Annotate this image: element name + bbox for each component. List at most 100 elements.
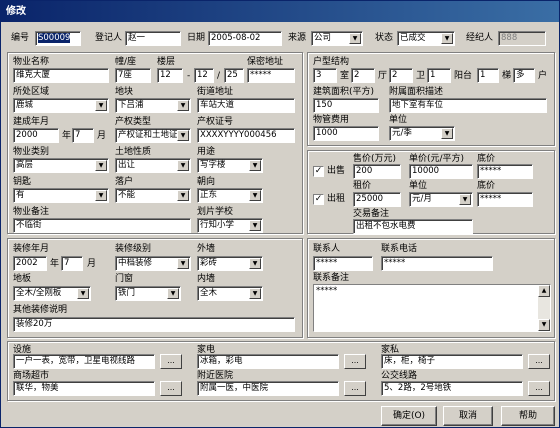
- stairs-field[interactable]: 1: [477, 68, 499, 83]
- other-decor-field[interactable]: 装修20万: [13, 317, 295, 332]
- status-select[interactable]: 已成交 ▼: [397, 31, 455, 46]
- key-select[interactable]: 有 ▼: [13, 188, 109, 203]
- fee-unit-select[interactable]: 元/季 ▼: [389, 126, 455, 141]
- date-field[interactable]: 2005-08-02: [208, 31, 282, 46]
- facilities-browse-button[interactable]: ...: [160, 354, 182, 369]
- building-field[interactable]: 7座: [115, 68, 151, 83]
- hukou-select[interactable]: 不能 ▼: [115, 188, 191, 203]
- chevron-down-icon[interactable]: ▼: [95, 100, 107, 111]
- chevron-down-icon[interactable]: ▼: [249, 190, 261, 201]
- decor-year-field[interactable]: 2002: [13, 256, 47, 271]
- scroll-up-icon[interactable]: ▲: [538, 285, 550, 297]
- contact-phone-field[interactable]: *****: [381, 256, 493, 271]
- district-select[interactable]: 鹿城 ▼: [13, 98, 109, 113]
- rooms-field[interactable]: 3: [313, 68, 337, 83]
- chevron-down-icon[interactable]: ▼: [177, 258, 189, 269]
- rent-price-field[interactable]: 25000: [353, 192, 401, 207]
- chevron-down-icon[interactable]: ▼: [95, 190, 107, 201]
- help-button[interactable]: 帮助: [501, 406, 555, 426]
- appliance-field[interactable]: 冰箱，彩电: [197, 354, 339, 369]
- chevron-down-icon[interactable]: ▼: [441, 33, 453, 44]
- chevron-down-icon[interactable]: ▼: [249, 220, 261, 231]
- decor-year-unit: 年: [50, 259, 60, 269]
- furniture-field[interactable]: 床，柜，椅子: [381, 354, 523, 369]
- section-select[interactable]: 下吕浦 ▼: [115, 98, 191, 113]
- facilities-field[interactable]: 一户一表，宽带，卫星电视线路: [13, 354, 155, 369]
- floor-total-field[interactable]: 25: [224, 68, 244, 83]
- floor-type-select[interactable]: 全木/全刚板 ▼: [13, 286, 91, 301]
- sell-floor-field[interactable]: *****: [477, 164, 533, 179]
- chevron-down-icon[interactable]: ▼: [459, 194, 471, 205]
- inner-wall-select[interactable]: 全木 ▼: [197, 286, 263, 301]
- outer-wall-select[interactable]: 彩砖 ▼: [197, 256, 263, 271]
- chevron-down-icon[interactable]: ▼: [249, 258, 261, 269]
- bus-field[interactable]: 5、2路，2号地铁: [381, 381, 523, 396]
- contact-note-textarea[interactable]: ***** ▲ ▼: [313, 284, 551, 332]
- rent-checkbox[interactable]: ✓: [313, 194, 324, 205]
- ptype-select[interactable]: 高层 ▼: [13, 158, 109, 173]
- rent-unit-select[interactable]: 元/月 ▼: [409, 192, 473, 207]
- chevron-down-icon[interactable]: ▼: [177, 190, 189, 201]
- halls-field[interactable]: 2: [351, 68, 375, 83]
- fee-unit-value: 元/季: [392, 128, 412, 138]
- school-select[interactable]: 行知小学 ▼: [197, 218, 263, 233]
- floor-from-field[interactable]: 12: [157, 68, 183, 83]
- land-select[interactable]: 出让 ▼: [115, 158, 191, 173]
- deal-note-field[interactable]: 出租不包水电费: [353, 219, 473, 234]
- source-select[interactable]: 公司 ▼: [311, 31, 363, 46]
- month-built-field[interactable]: 7: [72, 128, 94, 143]
- area-field[interactable]: 150: [313, 98, 379, 113]
- chevron-down-icon[interactable]: ▼: [177, 160, 189, 171]
- building-label: 幢/座: [115, 57, 137, 67]
- chevron-down-icon[interactable]: ▼: [249, 160, 261, 171]
- sell-checkbox[interactable]: ✓: [313, 166, 324, 177]
- mall-field[interactable]: 联华，物美: [13, 381, 155, 396]
- chevron-down-icon[interactable]: ▼: [167, 288, 179, 299]
- code-label: 编号: [11, 33, 30, 43]
- fee-field[interactable]: 1000: [313, 126, 379, 141]
- attach-field[interactable]: 地下室有车位: [389, 98, 547, 113]
- orient-select[interactable]: 正东 ▼: [197, 188, 263, 203]
- property-name-field[interactable]: 维克大厦: [13, 68, 109, 83]
- rent-floor-field[interactable]: *****: [477, 192, 533, 207]
- baths-field[interactable]: 2: [389, 68, 413, 83]
- door-select[interactable]: 铁门 ▼: [115, 286, 181, 301]
- rights-no-field[interactable]: XXXXYYYY000456: [197, 128, 295, 143]
- code-field[interactable]: S00009: [38, 33, 71, 43]
- chevron-down-icon[interactable]: ▼: [177, 130, 189, 141]
- grade-select[interactable]: 中档装修 ▼: [115, 256, 191, 271]
- ok-button[interactable]: 确定(O): [381, 406, 437, 426]
- street-field[interactable]: 车站大道: [197, 98, 295, 113]
- usage-select[interactable]: 写字楼 ▼: [197, 158, 263, 173]
- registrar-field[interactable]: 赵一: [125, 31, 181, 46]
- chevron-down-icon[interactable]: ▼: [349, 33, 361, 44]
- cancel-button[interactable]: 取消: [443, 406, 493, 426]
- chevron-down-icon[interactable]: ▼: [177, 100, 189, 111]
- chevron-down-icon[interactable]: ▼: [249, 288, 261, 299]
- bus-browse-button[interactable]: ...: [528, 381, 550, 396]
- chevron-down-icon[interactable]: ▼: [77, 288, 89, 299]
- chevron-down-icon[interactable]: ▼: [95, 160, 107, 171]
- decor-month-field[interactable]: 7: [61, 256, 83, 271]
- contact-person-field[interactable]: *****: [313, 256, 373, 271]
- unit-price-field[interactable]: 10000: [409, 164, 473, 179]
- floor-to-field[interactable]: 12: [194, 68, 214, 83]
- chevron-down-icon[interactable]: ▼: [441, 128, 453, 139]
- sell-price-field[interactable]: 200: [353, 164, 401, 179]
- mall-browse-button[interactable]: ...: [160, 381, 182, 396]
- furniture-browse-button[interactable]: ...: [528, 354, 550, 369]
- appliance-browse-button[interactable]: ...: [344, 354, 366, 369]
- floor-dash: -: [187, 71, 191, 81]
- rent-price-label: 租价: [353, 181, 372, 191]
- status-value: 已成交: [400, 33, 426, 43]
- rights-type-select[interactable]: 产权证和土地证 ▼: [115, 128, 191, 143]
- year-built-field[interactable]: 2000: [13, 128, 59, 143]
- units-field[interactable]: 多: [513, 68, 535, 83]
- hospital-browse-button[interactable]: ...: [344, 381, 366, 396]
- property-note-field[interactable]: 不临街: [13, 218, 191, 233]
- hospital-field[interactable]: 附属一医，中医院: [197, 381, 339, 396]
- secret-address-field[interactable]: *****: [247, 68, 295, 83]
- contact-note-scrollbar[interactable]: ▲ ▼: [538, 285, 550, 331]
- scroll-down-icon[interactable]: ▼: [538, 319, 550, 331]
- balcony-field[interactable]: 1: [427, 68, 451, 83]
